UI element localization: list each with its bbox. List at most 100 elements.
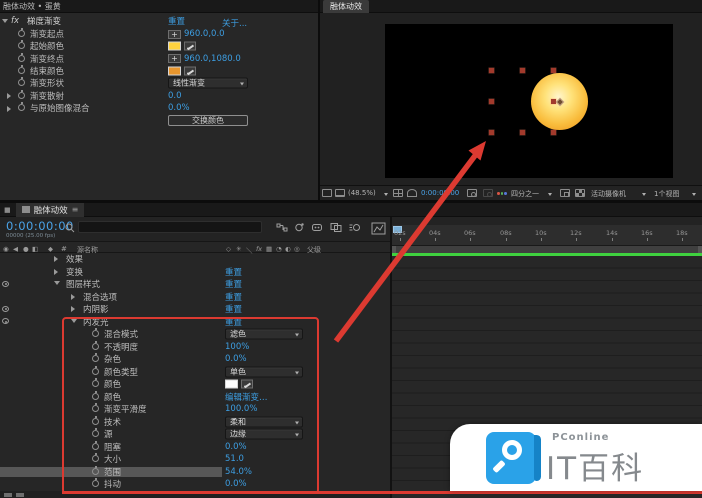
swap-colors-button[interactable]: 交换颜色 (168, 115, 248, 126)
monitor-icon[interactable] (335, 189, 345, 197)
work-area-bar[interactable] (392, 246, 702, 253)
edit-gradient-link[interactable]: 编辑渐变… (225, 391, 268, 403)
twirl-right-icon[interactable] (71, 294, 75, 300)
reset-link[interactable]: 重置 (225, 316, 242, 328)
transparency-grid-icon[interactable] (575, 189, 585, 197)
3d-view-menu[interactable]: 活动摄像机 (591, 189, 626, 199)
chevron-down-icon[interactable] (642, 193, 646, 196)
lock-column-icon[interactable]: ◧ (32, 245, 38, 253)
stopwatch-icon[interactable] (18, 67, 25, 74)
chevron-down-icon[interactable] (692, 193, 696, 196)
stopwatch-icon[interactable] (92, 380, 99, 387)
stopwatch-icon[interactable] (18, 92, 25, 99)
label-column-icon[interactable]: ◆ (48, 245, 53, 253)
mask-visibility-icon[interactable] (407, 189, 417, 197)
selection-handle[interactable] (520, 130, 525, 135)
property-value[interactable]: 0.0% (225, 479, 247, 489)
chevron-down-icon[interactable] (548, 193, 552, 196)
eye-icon[interactable] (2, 281, 9, 287)
twirl-right-icon[interactable] (54, 269, 58, 275)
effect-header-row[interactable]: fx 梯度渐变 重置 关于... (0, 14, 318, 28)
ramp-shape-dropdown[interactable]: 线性渐变 (168, 78, 248, 89)
eyedropper-icon[interactable] (184, 67, 196, 76)
selection-handle[interactable] (551, 130, 556, 135)
draft-3d-icon[interactable] (293, 222, 306, 234)
stopwatch-icon[interactable] (92, 355, 99, 362)
reset-link[interactable]: 重置 (225, 303, 242, 315)
fx-switch-icon[interactable]: fx (256, 245, 262, 253)
shy-switch-icon[interactable]: ◇ (226, 245, 231, 253)
property-value[interactable]: 54.0% (225, 467, 252, 477)
eyedropper-icon[interactable] (241, 380, 253, 389)
eyedropper-icon[interactable] (184, 42, 196, 51)
grid-guides-icon[interactable] (393, 189, 403, 197)
expand-button[interactable] (16, 493, 24, 497)
frame-blend-icon[interactable] (330, 222, 343, 234)
table-row[interactable]: 不透明度 100% (0, 341, 390, 354)
table-row[interactable]: 颜色类型 单色 (0, 366, 390, 379)
property-value[interactable]: 0.0% (225, 354, 247, 364)
expand-button[interactable] (4, 493, 12, 497)
view-layout-menu[interactable]: 1个视图 (654, 189, 679, 199)
table-row[interactable]: 颜色 编辑渐变… (0, 391, 390, 404)
panel-menu-icon[interactable]: ≡ (72, 205, 79, 214)
stopwatch-icon[interactable] (92, 430, 99, 437)
stopwatch-icon[interactable] (92, 418, 99, 425)
audio-column-icon[interactable]: ◀ (13, 245, 18, 253)
twirl-right-icon[interactable] (7, 106, 11, 112)
ramp-start-value[interactable]: 960.0,0.0 (184, 29, 225, 39)
twirl-down-icon[interactable] (2, 19, 8, 23)
stopwatch-icon[interactable] (92, 330, 99, 337)
glow-color-swatch[interactable] (225, 380, 238, 389)
effect-controls-tab[interactable]: 融体动效 • 蛋黄 (3, 1, 61, 12)
ramp-end-value[interactable]: 960.0,1080.0 (184, 54, 241, 64)
source-dropdown[interactable]: 边缘 (225, 429, 303, 440)
table-row selected-row[interactable]: 范围 54.0% (0, 466, 390, 479)
collapse-switch-icon[interactable]: ✳ (236, 245, 241, 253)
eye-column-icon[interactable]: ◉ (3, 245, 9, 253)
selection-handle[interactable] (489, 130, 494, 135)
twirl-down-icon[interactable] (71, 319, 77, 323)
3d-switch-icon[interactable]: ◎ (294, 245, 300, 253)
table-row[interactable]: 内发光 重置 (0, 316, 390, 329)
stopwatch-icon[interactable] (92, 393, 99, 400)
adjustment-switch-icon[interactable]: ◐ (285, 245, 291, 253)
twirl-right-icon[interactable] (71, 306, 75, 312)
time-ruler[interactable]: 02s 04s 06s 08s 10s 12s 14s 16s 18s (392, 225, 702, 246)
color-type-dropdown[interactable]: 单色 (225, 366, 303, 377)
selection-handle[interactable] (520, 68, 525, 73)
index-column-icon[interactable]: # (61, 245, 67, 253)
blend-original-value[interactable]: 0.0% (168, 103, 190, 113)
stopwatch-icon[interactable] (92, 455, 99, 462)
crosshair-icon[interactable] (168, 54, 181, 63)
magnification-menu[interactable]: (48.5%) (348, 189, 376, 197)
show-snapshot-icon[interactable] (483, 189, 493, 197)
stopwatch-icon[interactable] (92, 368, 99, 375)
stopwatch-icon[interactable] (18, 79, 25, 86)
search-icon[interactable] (64, 222, 77, 234)
stopwatch-icon[interactable] (92, 343, 99, 350)
property-value[interactable]: 100.0% (225, 404, 257, 414)
motion-blur-icon[interactable] (349, 222, 362, 234)
shy-layers-icon[interactable] (311, 222, 324, 234)
effect-reset-link[interactable]: 重置 (168, 15, 185, 27)
stopwatch-icon[interactable] (92, 405, 99, 412)
stopwatch-icon[interactable] (92, 480, 99, 487)
table-row[interactable]: 技术 柔和 (0, 416, 390, 429)
reset-link[interactable]: 重置 (225, 266, 242, 278)
solo-column-icon[interactable]: ● (23, 245, 29, 253)
blend-mode-dropdown[interactable]: 滤色 (225, 329, 303, 340)
technique-dropdown[interactable]: 柔和 (225, 416, 303, 427)
selection-handle[interactable] (489, 68, 494, 73)
region-of-interest-icon[interactable] (560, 189, 570, 197)
motion-blur-switch-icon[interactable]: ◔ (276, 245, 282, 253)
reset-link[interactable]: 重置 (225, 278, 242, 290)
snapshot-camera-icon[interactable] (467, 189, 477, 197)
stopwatch-icon[interactable] (18, 42, 25, 49)
reset-link[interactable]: 重置 (225, 291, 242, 303)
eye-icon[interactable] (2, 318, 9, 324)
ramp-scatter-value[interactable]: 0.0 (168, 91, 182, 101)
property-value[interactable]: 51.0 (225, 454, 244, 464)
table-row[interactable]: 抖动 0.0% (0, 478, 390, 491)
crosshair-icon[interactable] (168, 30, 181, 39)
